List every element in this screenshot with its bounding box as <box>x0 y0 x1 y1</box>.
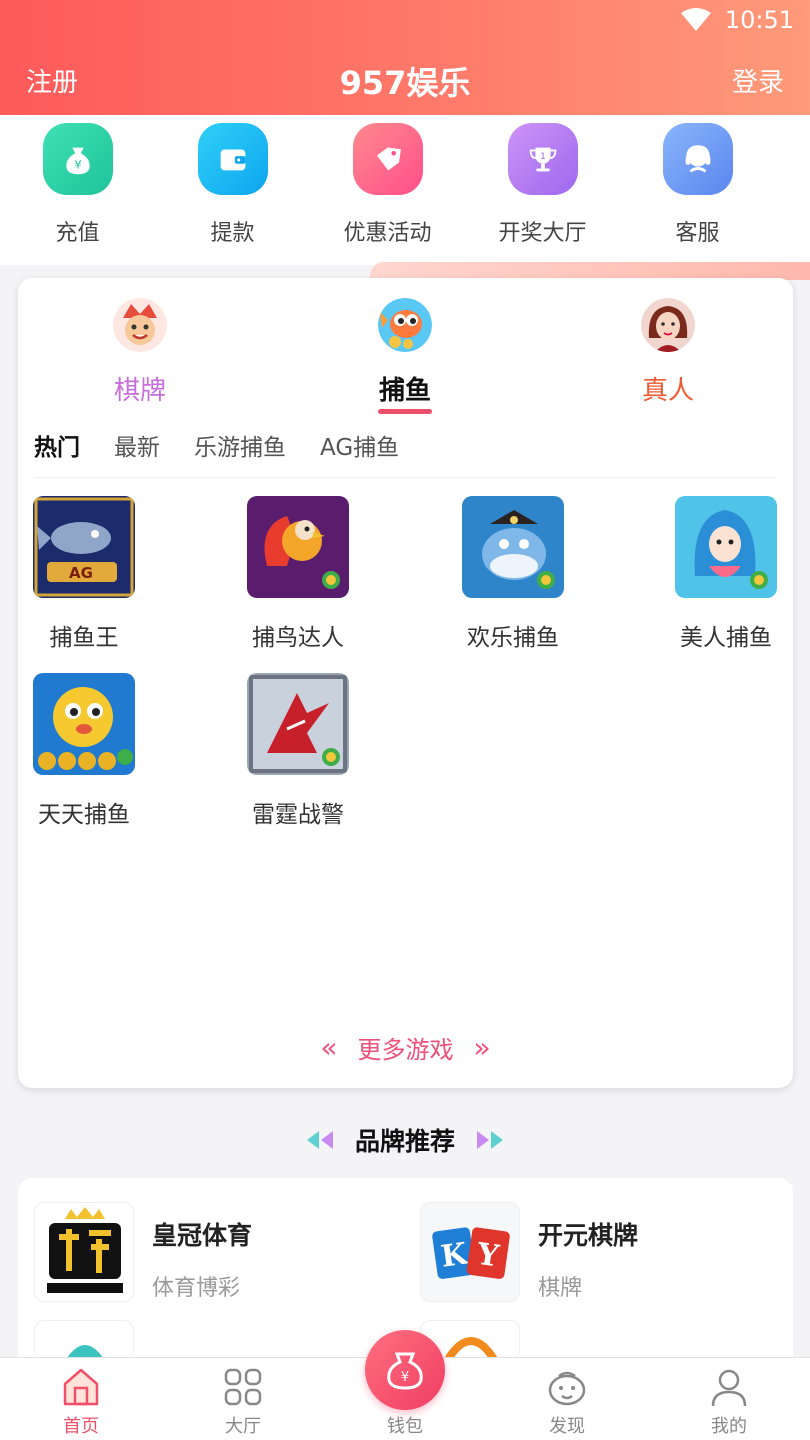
quick-action-customer-service[interactable]: 客服 <box>620 115 775 265</box>
game-tile[interactable]: 捕鸟达人 <box>238 496 358 652</box>
game-thumbnail <box>247 496 349 598</box>
quick-action-label: 提款 <box>210 221 255 246</box>
nav-hall[interactable]: 大厅 <box>162 1358 324 1438</box>
more-games-label: 更多游戏 <box>357 1036 454 1064</box>
game-category-card: 棋牌 捕鱼 真人 热门 最新 乐游捕鱼 AG捕鱼 AG 捕鱼王 捕鸟达人 欢乐捕… <box>18 278 793 1088</box>
category-label: 捕鱼 <box>378 376 431 406</box>
app-header: 10:51 注册 957娱乐 登录 <box>0 0 810 115</box>
money-bag-icon: ¥ <box>42 123 113 195</box>
quick-action-label: 开奖大厅 <box>498 221 587 246</box>
game-tile[interactable]: 美人捕鱼 <box>666 496 786 652</box>
subtab-hot[interactable]: 热门 <box>34 428 80 462</box>
subtab-ag-fishing[interactable]: AG捕鱼 <box>320 428 399 462</box>
more-games-link[interactable]: « 更多游戏 » <box>18 1030 793 1065</box>
nav-home[interactable]: 首页 <box>0 1358 162 1438</box>
game-name: 欢乐捕鱼 <box>467 625 559 651</box>
quick-action-label: 充值 <box>55 221 100 246</box>
live-dealer-avatar <box>641 298 695 352</box>
quick-action-label: 优惠活动 <box>343 221 432 246</box>
grid-icon <box>224 1368 262 1406</box>
status-bar: 10:51 <box>680 6 794 34</box>
subtab-newest[interactable]: 最新 <box>114 428 160 462</box>
game-thumbnail <box>247 673 349 775</box>
subtab-bar: 热门 最新 乐游捕鱼 AG捕鱼 <box>34 428 399 462</box>
quick-action-promotions[interactable]: 优惠活动 <box>310 115 465 265</box>
quick-action-label: 客服 <box>675 221 720 246</box>
brand-subtitle: 棋牌 <box>538 1276 583 1301</box>
game-thumbnail <box>33 673 135 775</box>
game-tile[interactable]: 欢乐捕鱼 <box>453 496 573 652</box>
headset-icon <box>662 123 733 195</box>
game-name: 雷霆战警 <box>252 802 344 828</box>
trophy-icon: 1 <box>507 123 578 195</box>
game-name: 捕鱼王 <box>49 625 119 651</box>
wallet-button[interactable]: ¥ <box>365 1330 445 1410</box>
kaiyuan-logo: K Y <box>420 1202 520 1302</box>
quick-action-withdraw[interactable]: 提款 <box>155 115 310 265</box>
nav-label: 钱包 <box>387 1416 423 1437</box>
game-name: 美人捕鱼 <box>680 625 772 651</box>
brand-name: 皇冠体育 <box>152 1221 253 1250</box>
quick-action-lottery-hall[interactable]: 1 开奖大厅 <box>465 115 620 265</box>
nav-label: 大厅 <box>225 1416 261 1437</box>
game-name: 捕鸟达人 <box>252 625 344 651</box>
divider <box>34 477 777 478</box>
nav-discover[interactable]: 发现 <box>486 1358 648 1438</box>
game-tile[interactable]: 雷霆战警 <box>238 673 358 829</box>
app-title: 957娱乐 <box>339 64 471 102</box>
user-icon <box>711 1369 747 1407</box>
game-thumbnail <box>462 496 564 598</box>
discover-face-icon <box>548 1371 586 1406</box>
active-tab-indicator <box>378 409 432 414</box>
brand-logo-partial <box>34 1320 134 1358</box>
crown-sports-logo <box>34 1202 134 1302</box>
fish-icon <box>378 298 432 352</box>
double-chevron-left-icon: « <box>320 1031 338 1064</box>
game-name: 天天捕鱼 <box>38 802 130 828</box>
brand-section-title: 品牌推荐 <box>354 1127 455 1156</box>
wifi-icon <box>680 8 711 32</box>
brand-name: 开元棋牌 <box>538 1221 639 1250</box>
svg-text:¥: ¥ <box>401 1370 409 1385</box>
status-time: 10:51 <box>724 6 794 34</box>
quick-actions: ¥ 充值 提款 优惠活动 1 开奖大厅 客服 <box>0 115 810 265</box>
brand-section-header: 品牌推荐 <box>0 1122 810 1158</box>
svg-text:1: 1 <box>540 152 545 162</box>
tag-icon <box>352 123 423 195</box>
nav-label: 首页 <box>63 1416 99 1437</box>
brand-item-kaiyuan-chess[interactable]: K Y 开元棋牌 棋牌 <box>420 1202 638 1302</box>
category-tab-live[interactable]: 真人 <box>608 298 728 407</box>
nav-label: 发现 <box>549 1416 585 1437</box>
chess-mascot-icon <box>113 298 167 352</box>
forward-arrows-icon <box>477 1131 503 1149</box>
rewind-arrows-icon <box>306 1131 333 1149</box>
category-tab-chess[interactable]: 棋牌 <box>80 298 200 407</box>
game-tile[interactable]: 天天捕鱼 <box>24 673 144 829</box>
game-thumbnail: AG <box>33 496 135 598</box>
category-label: 棋牌 <box>113 376 166 406</box>
double-chevron-right-icon: » <box>473 1031 491 1064</box>
category-label: 真人 <box>641 376 694 406</box>
login-link[interactable]: 登录 <box>732 62 784 99</box>
home-icon <box>63 1368 99 1406</box>
quick-action-recharge[interactable]: ¥ 充值 <box>0 115 155 265</box>
game-thumbnail <box>675 496 777 598</box>
brand-subtitle: 体育博彩 <box>152 1276 241 1301</box>
nav-label: 我的 <box>711 1416 747 1437</box>
brand-item-crown-sports[interactable]: 皇冠体育 体育博彩 <box>34 1202 252 1302</box>
svg-text:¥: ¥ <box>74 158 81 172</box>
game-tile[interactable]: AG 捕鱼王 <box>24 496 144 652</box>
nav-profile[interactable]: 我的 <box>648 1358 810 1438</box>
category-tab-fishing[interactable]: 捕鱼 <box>345 298 465 414</box>
svg-text:AG: AG <box>69 564 93 582</box>
subtab-leyou-fishing[interactable]: 乐游捕鱼 <box>194 428 286 462</box>
wallet-icon <box>197 123 268 195</box>
wallet-bag-icon: ¥ <box>387 1352 423 1390</box>
